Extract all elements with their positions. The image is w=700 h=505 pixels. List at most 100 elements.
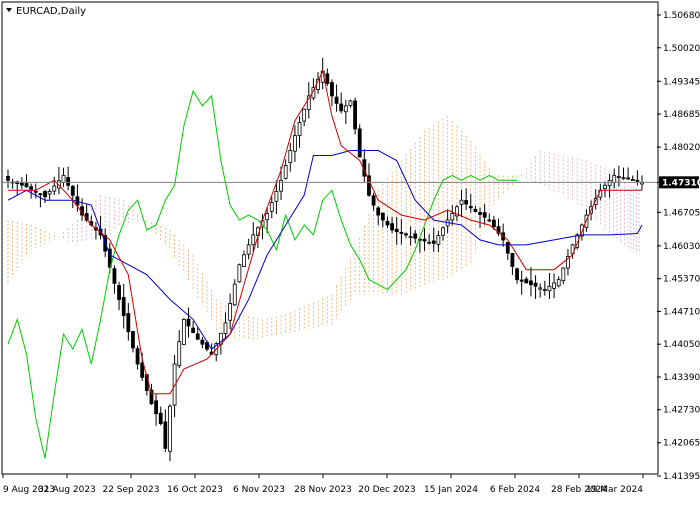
- candle-body-down: [353, 100, 357, 130]
- current-price-text: 1.47310: [662, 178, 700, 188]
- candle-body-down: [487, 219, 492, 222]
- candle-body-up: [223, 322, 228, 334]
- candle-body-up: [621, 177, 626, 180]
- y-tick-label: 1.46030: [663, 242, 700, 252]
- candle-body-down: [524, 278, 529, 284]
- candle-body-up: [293, 135, 297, 152]
- candle-body-up: [232, 283, 237, 306]
- candle-body-down: [38, 193, 43, 196]
- candle-body-down: [529, 280, 533, 285]
- candle-body-down: [154, 400, 158, 415]
- candle-body-down: [43, 191, 47, 198]
- candle-body-down: [334, 96, 339, 104]
- ichimoku-chart[interactable]: EURCAD,Daily 1.50680 1.50020 1.49345 1.4868…: [0, 0, 700, 500]
- y-tick-label: 1.44710: [663, 307, 700, 317]
- candle-body-down: [33, 190, 38, 193]
- candle-body-down: [357, 128, 362, 158]
- candle-body-down: [339, 103, 344, 112]
- x-tick-label: 16 Oct 2023: [167, 485, 223, 495]
- candle-body-up: [616, 176, 621, 178]
- x-tick-label: 31 Aug 2023: [38, 485, 96, 495]
- chart-window[interactable]: EURCAD,Daily 1.50680 1.50020 1.49345 1.4868…: [0, 0, 700, 500]
- candle-body-down: [200, 339, 205, 345]
- candle-body-down: [492, 219, 496, 228]
- y-tick-label: 1.41395: [663, 472, 700, 482]
- candle-body-down: [24, 183, 29, 188]
- candle-body-down: [482, 212, 487, 218]
- candle-body-up: [556, 279, 561, 287]
- candle-body-down: [404, 233, 408, 236]
- candle-body-up: [274, 191, 279, 202]
- candle-body-up: [242, 254, 246, 268]
- candle-body-down: [330, 82, 334, 97]
- candle-body-up: [450, 213, 455, 221]
- candle-body-up: [251, 234, 256, 246]
- symbol-title: EURCAD,Daily: [16, 6, 86, 17]
- candle-body-down: [635, 179, 640, 182]
- candle-body-down: [195, 333, 200, 340]
- candle-body-up: [61, 174, 66, 183]
- candle-body-down: [510, 253, 515, 267]
- y-tick-label: 1.49345: [663, 77, 700, 87]
- candle-body-up: [348, 100, 353, 106]
- y-tick-label: 1.50680: [663, 11, 700, 21]
- y-tick-label: 1.42730: [663, 406, 700, 416]
- candle-body-down: [6, 175, 10, 181]
- candle-body-down: [19, 182, 24, 186]
- candle-body-down: [630, 179, 635, 181]
- candle-body-up: [561, 267, 566, 282]
- candle-body-down: [473, 208, 478, 213]
- current-price-label: 1.47310: [659, 176, 700, 189]
- candle-body-up: [288, 150, 293, 164]
- candle-body-down: [117, 285, 121, 300]
- candle-body-down: [135, 348, 140, 365]
- candle-body-down: [431, 240, 436, 244]
- candle-body-down: [464, 200, 469, 205]
- candle-body-up: [246, 244, 251, 255]
- y-tick-label: 1.45370: [663, 275, 700, 285]
- candle-body-down: [325, 73, 330, 84]
- candle: [353, 97, 357, 135]
- candle-body-down: [66, 177, 71, 186]
- x-tick-label: 6 Nov 2023: [233, 485, 285, 495]
- candle-body-up: [283, 165, 288, 179]
- x-tick-label: 19 Mar 2024: [586, 485, 643, 495]
- candle-body-up: [436, 235, 441, 245]
- candle-body-up: [612, 174, 617, 184]
- y-tick-label: 1.42065: [663, 439, 700, 449]
- x-tick-label: 22 Sep 2023: [102, 485, 159, 495]
- x-tick-label: 28 Nov 2023: [294, 485, 352, 495]
- candle-body-up: [607, 179, 612, 187]
- candle-body-up: [297, 122, 302, 137]
- candle-body-up: [552, 282, 556, 289]
- candle-body-up: [237, 264, 242, 283]
- candle-body-up: [408, 236, 413, 239]
- candle-body-down: [422, 238, 427, 242]
- chart-title[interactable]: EURCAD,Daily: [6, 6, 86, 17]
- price-axis: 1.50680 1.50020 1.49345 1.48685 1.48020 1.473…: [657, 11, 700, 482]
- candle-body-down: [186, 318, 191, 327]
- candle-body-up: [228, 303, 233, 321]
- candle-body-up: [168, 405, 172, 452]
- candle-body-up: [302, 108, 307, 122]
- candle-body-up: [52, 185, 57, 192]
- candle-body-up: [427, 241, 432, 244]
- y-tick-label: 1.48020: [663, 143, 700, 153]
- y-tick-label: 1.48685: [663, 110, 700, 120]
- candle-body-down: [515, 268, 519, 281]
- candle-body-down: [140, 362, 145, 378]
- candle-body-down: [385, 220, 390, 226]
- candle-body-down: [126, 313, 131, 333]
- candle-body-up: [343, 105, 348, 113]
- candle-body-down: [413, 233, 418, 239]
- candle-body-down: [121, 296, 126, 317]
- candle-body-down: [390, 223, 395, 231]
- candle: [357, 124, 362, 158]
- candle-body-down: [468, 206, 473, 209]
- candle-body-up: [542, 289, 547, 291]
- candle-body-down: [380, 212, 385, 221]
- x-tick-label: 15 Jan 2024: [424, 485, 478, 495]
- candle-body-down: [478, 212, 482, 215]
- candle-body-down: [626, 177, 631, 180]
- candle-body-up: [547, 285, 552, 292]
